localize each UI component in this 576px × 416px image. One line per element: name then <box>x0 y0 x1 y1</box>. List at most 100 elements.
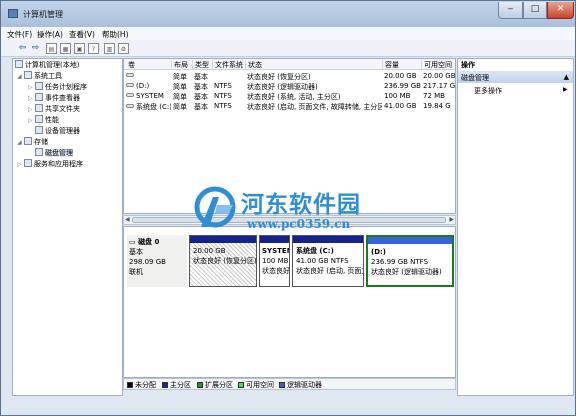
disk-0-label[interactable]: ▭ 磁盘 0 基本 298.09 GB 联机 <box>127 235 187 287</box>
volume-layout: 简单 <box>173 83 187 91</box>
menu-action[interactable]: 操作(A) <box>37 29 63 40</box>
maximize-button[interactable]: □ <box>523 2 547 19</box>
settings-icon[interactable]: ⚙ <box>118 43 129 54</box>
volume-name: (D:) <box>126 82 171 90</box>
partition-label: (D:) <box>371 248 387 256</box>
menu-file[interactable]: 文件(F) <box>7 29 32 40</box>
menu-bar: 文件(F) 操作(A) 查看(V) 帮助(H) <box>1 27 575 40</box>
menu-help[interactable]: 帮助(H) <box>102 29 129 40</box>
show-hide-tree-icon[interactable]: ▦ <box>60 43 71 54</box>
tree-item-services-apps[interactable]: ▷ 服务和应用程序 <box>17 159 83 170</box>
legend-unallocated: 未分配 <box>127 380 156 390</box>
collapse-icon[interactable]: ◢ <box>17 137 24 148</box>
volume-status: 状态良好 (逻辑驱动器) <box>247 83 318 91</box>
legend-primary: 主分区 <box>162 380 191 390</box>
minimize-button[interactable]: ‒ <box>498 2 523 19</box>
volume-icon <box>126 93 134 97</box>
column-status[interactable]: 状态 <box>245 60 382 69</box>
collapse-icon[interactable]: ◢ <box>17 71 24 82</box>
volume-free-space: 72 MB <box>423 92 445 100</box>
expand-icon[interactable]: ▷ <box>28 93 35 104</box>
volume-capacity: 236.99 GB <box>384 82 421 90</box>
partition-size: 100 MB <box>262 257 289 265</box>
menu-view[interactable]: 查看(V) <box>69 29 95 40</box>
partition-label: 系统盘 (C:) <box>296 247 334 255</box>
volume-icon <box>126 83 134 87</box>
expand-icon[interactable]: ▷ <box>28 104 35 115</box>
table-row[interactable]: 系统盘 (C:) 简单 基本 NTFS 状态良好 (启动, 页面文件, 故障转储… <box>124 102 455 112</box>
column-layout[interactable]: 布局 <box>171 60 192 69</box>
volume-name: 系统盘 (C:) <box>126 102 171 112</box>
column-capacity[interactable]: 容量 <box>382 60 421 69</box>
view-icon[interactable]: ▥ <box>104 43 115 54</box>
expand-icon[interactable]: ▷ <box>28 82 35 93</box>
tree-item-disk-management[interactable]: 磁盘管理 <box>35 148 73 159</box>
legend-extended: 扩展分区 <box>197 380 233 390</box>
tree-item-event-viewer[interactable]: ▷ 事件查看器 <box>28 93 80 104</box>
column-free-space[interactable]: 可用空间 <box>421 60 455 69</box>
more-actions-link[interactable]: 更多操作 <box>474 86 502 96</box>
table-row[interactable]: (D:) 简单 基本 NTFS 状态良好 (逻辑驱动器) 236.99 GB 2… <box>124 82 456 92</box>
expand-icon[interactable]: ▷ <box>28 115 35 126</box>
computer-management-icon <box>8 9 18 18</box>
column-filesystem[interactable]: 文件系统 <box>212 60 245 69</box>
tree-item-device-manager[interactable]: 设备管理器 <box>35 126 80 137</box>
volume-icon <box>126 73 134 77</box>
watermark-url: www.pc0359.cn <box>247 217 351 231</box>
volume-type: 基本 <box>194 93 208 101</box>
scroll-left-icon[interactable]: ◀ <box>125 216 130 223</box>
navigation-tree: 计算机管理(本地) ◢ 系统工具 ▷ 任务计划程序 ▷ 事件查看器 ▷ 共享文件夹 ▷ 性… <box>12 58 123 396</box>
volume-type: 基本 <box>194 73 208 81</box>
volume-status: 状态良好 (恢复分区) <box>247 73 311 81</box>
tree-item-shared-folders[interactable]: ▷ 共享文件夹 <box>28 104 80 115</box>
tree-item-task-scheduler[interactable]: ▷ 任务计划程序 <box>28 82 87 93</box>
tree-item-performance[interactable]: ▷ 性能 <box>28 115 59 126</box>
volume-capacity: 41.00 GB <box>384 102 417 110</box>
expand-icon[interactable]: ▷ <box>17 159 24 170</box>
volume-type: 基本 <box>194 103 208 111</box>
help-icon[interactable]: ? <box>88 43 99 54</box>
tree-item-storage[interactable]: ◢ 存储 <box>17 137 48 148</box>
volume-filesystem: NTFS <box>214 82 232 90</box>
volume-filesystem: NTFS <box>214 102 232 110</box>
partition-label: SYSTEM <box>262 247 289 255</box>
tree-item-system-tools[interactable]: ◢ 系统工具 <box>17 71 62 82</box>
table-row[interactable]: 简单 基本 状态良好 (恢复分区) 20.00 GB 20.00 GB <box>124 72 455 82</box>
close-button[interactable]: ✕ <box>547 2 574 19</box>
partition-status: 状态良好 (启动, 页面文 <box>296 267 364 275</box>
table-row[interactable]: SYSTEM 简单 基本 NTFS 状态良好 (系统, 活动, 主分区) 100… <box>124 92 455 102</box>
volume-layout: 简单 <box>173 93 187 101</box>
disk-size: 298.09 GB <box>129 258 166 266</box>
folder-icon <box>35 104 43 112</box>
partition-legend: 未分配 主分区 扩展分区 可用空间 逻辑驱动器 <box>123 378 456 390</box>
volume-status: 状态良好 (启动, 页面文件, 故障转储, 主分区) <box>247 103 382 111</box>
services-icon <box>24 159 32 167</box>
title-bar: 计算机管理 ‒ □ ✕ <box>1 1 575 27</box>
partition-size: 20.00 GB <box>193 247 226 255</box>
up-level-icon[interactable]: ▤ <box>46 43 57 54</box>
volume-capacity: 20.00 GB <box>384 72 417 80</box>
scroll-right-icon[interactable]: ▶ <box>449 216 454 223</box>
computer-management-window: 计算机管理 ‒ □ ✕ 文件(F) 操作(A) 查看(V) 帮助(H) ⇦ ⇨ … <box>0 0 576 416</box>
site-watermark: 河东软件园 www.pc0359.cn <box>189 183 409 243</box>
partition-status: 状态良好 (逻辑驱动器) <box>371 268 442 276</box>
tree-item-computer-management[interactable]: 计算机管理(本地) <box>15 60 79 71</box>
actions-section-disk-management[interactable]: 磁盘管理 ▲ <box>458 71 573 83</box>
back-icon[interactable]: ⇦ <box>17 43 28 54</box>
properties-icon[interactable]: ▣ <box>74 43 85 54</box>
actions-section-label: 磁盘管理 <box>461 74 489 82</box>
column-volume[interactable]: 卷 <box>126 60 171 69</box>
forward-icon[interactable]: ⇨ <box>30 43 41 54</box>
disk-name: ▭ 磁盘 0 <box>129 238 160 246</box>
partition-text: SYSTEM 100 MB 状态良好 <box>262 246 289 276</box>
volume-list-header: 卷 布局 类型 文件系统 状态 容量 可用空间 <box>124 59 455 70</box>
partition-size: 236.99 GB NTFS <box>371 258 429 266</box>
partition-text: (D:) 236.99 GB NTFS 状态良好 (逻辑驱动器) <box>371 247 442 277</box>
volume-layout: 简单 <box>173 103 187 111</box>
partition-text: 20.00 GB 状态良好 (恢复分区) <box>193 246 256 266</box>
actions-pane: 操作 磁盘管理 ▲ 更多操作 ▶ <box>457 58 574 396</box>
status-bar <box>1 398 575 415</box>
window-title: 计算机管理 <box>23 10 63 19</box>
volume-free-space: 217.17 G <box>423 82 456 90</box>
column-type[interactable]: 类型 <box>192 60 212 69</box>
